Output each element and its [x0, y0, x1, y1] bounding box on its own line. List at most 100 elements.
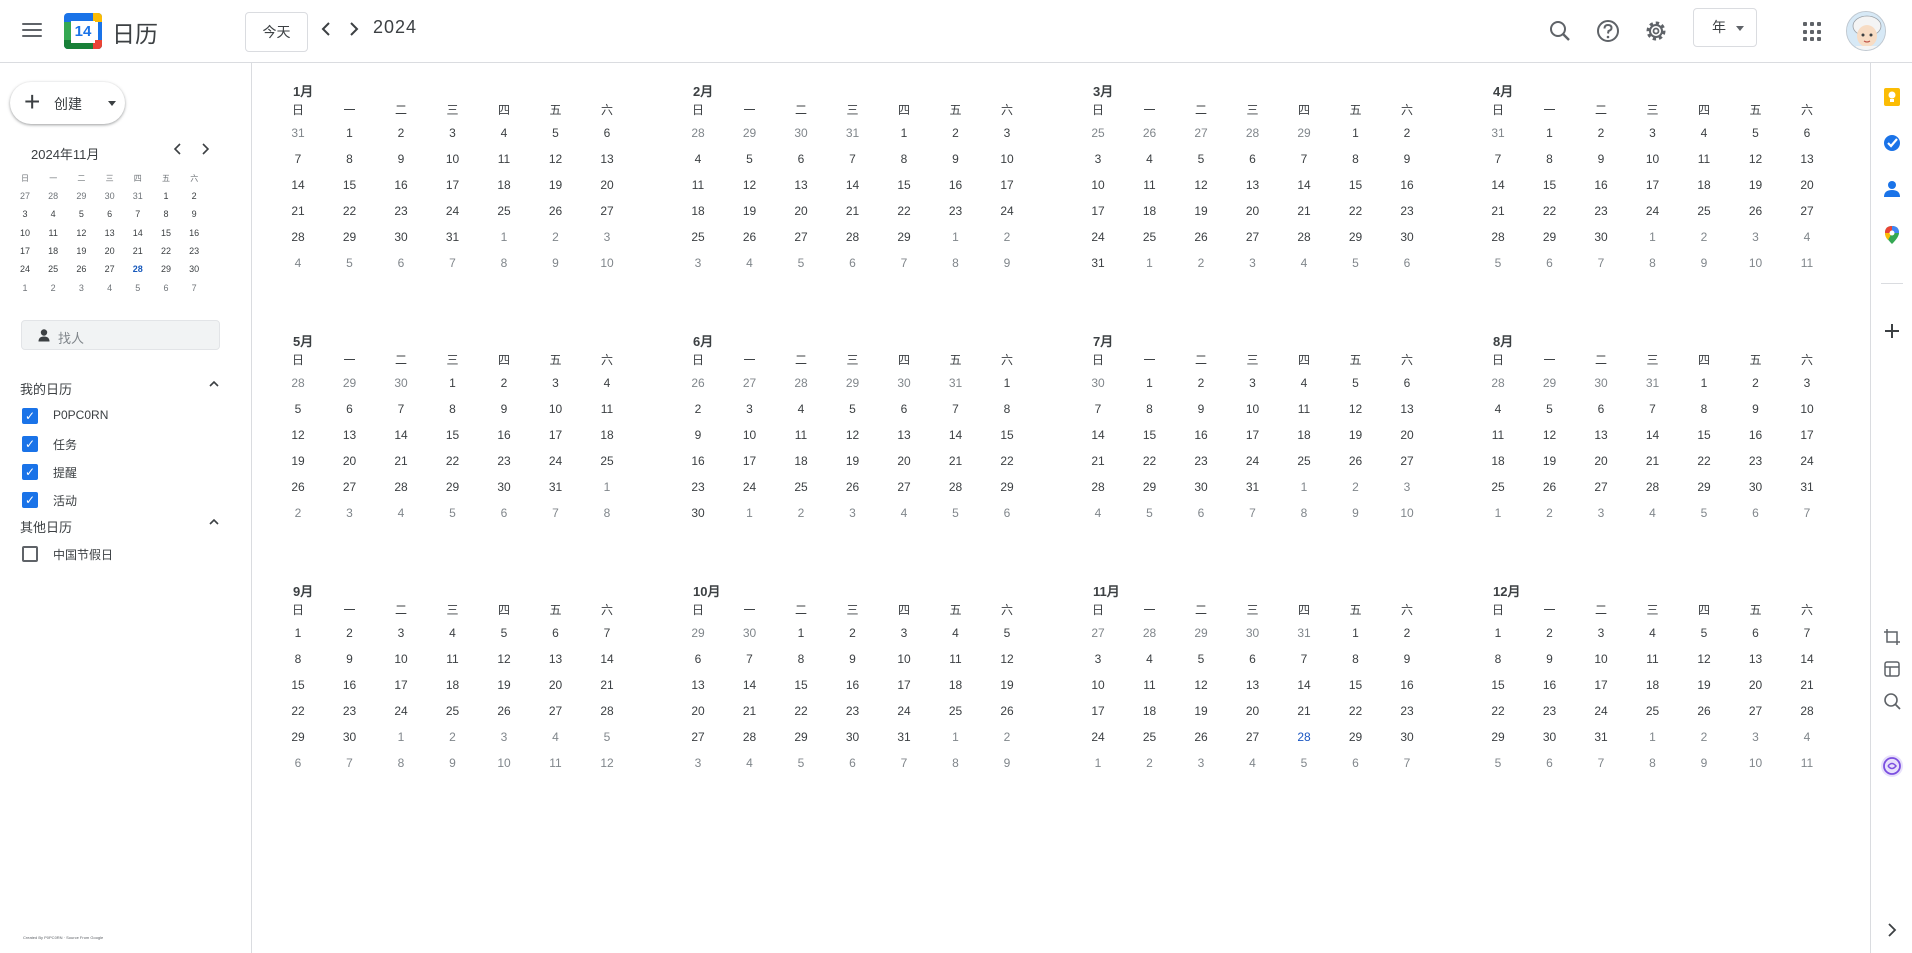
day-cell[interactable]: 17 — [1083, 700, 1113, 722]
day-cell[interactable]: 21 — [1792, 674, 1822, 696]
day-cell[interactable]: 31 — [1792, 476, 1822, 498]
day-cell[interactable]: 10 — [541, 398, 571, 420]
day-cell[interactable]: 8 — [1638, 752, 1668, 774]
day-cell[interactable]: 2 — [1535, 502, 1565, 524]
day-cell[interactable]: 11 — [1689, 148, 1719, 170]
day-cell[interactable]: 27 — [889, 476, 919, 498]
day-cell[interactable]: 5 — [592, 726, 622, 748]
day-cell[interactable]: 27 — [1392, 450, 1422, 472]
day-cell[interactable]: 25 — [786, 476, 816, 498]
day-cell[interactable]: 12 — [735, 174, 765, 196]
day-cell[interactable]: 17 — [1083, 200, 1113, 222]
day-cell[interactable]: 10 — [1392, 502, 1422, 524]
mini-prev-month-button[interactable] — [171, 142, 185, 161]
day-cell[interactable]: 8 — [786, 648, 816, 670]
day-cell[interactable]: 25 — [438, 700, 468, 722]
day-cell[interactable]: 14 — [1638, 424, 1668, 446]
day-cell[interactable]: 29 — [438, 476, 468, 498]
day-cell[interactable]: 24 — [541, 450, 571, 472]
day-cell[interactable]: 5 — [838, 398, 868, 420]
day-cell[interactable]: 1 — [438, 372, 468, 394]
day-cell[interactable]: 10 — [1741, 252, 1771, 274]
day-cell[interactable]: 29 — [1535, 226, 1565, 248]
day-cell[interactable]: 28 — [683, 122, 713, 144]
day-cell[interactable]: 8 — [438, 398, 468, 420]
day-cell[interactable]: 28 — [1083, 476, 1113, 498]
mini-day[interactable]: 3 — [68, 280, 94, 297]
day-cell[interactable]: 21 — [1289, 200, 1319, 222]
day-cell[interactable]: 27 — [1586, 476, 1616, 498]
mini-day[interactable]: 30 — [97, 188, 123, 205]
day-cell[interactable]: 3 — [683, 752, 713, 774]
day-cell[interactable]: 29 — [335, 226, 365, 248]
mini-day[interactable]: 3 — [12, 206, 38, 223]
day-cell[interactable]: 19 — [489, 674, 519, 696]
day-cell[interactable]: 29 — [683, 622, 713, 644]
day-cell[interactable]: 23 — [683, 476, 713, 498]
mini-day[interactable]: 4 — [40, 206, 66, 223]
day-cell[interactable]: 3 — [1586, 502, 1616, 524]
day-cell[interactable]: 29 — [1689, 476, 1719, 498]
day-cell[interactable]: 16 — [1392, 674, 1422, 696]
mini-day[interactable]: 16 — [181, 225, 207, 242]
day-cell[interactable]: 27 — [1741, 700, 1771, 722]
day-cell[interactable]: 8 — [592, 502, 622, 524]
day-cell[interactable]: 19 — [1741, 174, 1771, 196]
day-cell[interactable]: 9 — [1689, 252, 1719, 274]
month-title[interactable]: 12月 — [1493, 581, 1520, 600]
day-cell[interactable]: 9 — [386, 148, 416, 170]
day-cell[interactable]: 1 — [1341, 622, 1371, 644]
day-cell[interactable]: 11 — [1638, 648, 1668, 670]
day-cell[interactable]: 18 — [438, 674, 468, 696]
day-cell[interactable]: 15 — [1341, 174, 1371, 196]
day-cell[interactable]: 13 — [1392, 398, 1422, 420]
day-cell[interactable]: 20 — [1238, 700, 1268, 722]
day-cell[interactable]: 10 — [592, 252, 622, 274]
day-cell[interactable]: 27 — [683, 726, 713, 748]
view-selector[interactable]: 年 — [1693, 8, 1757, 47]
day-cell[interactable]: 9 — [1586, 148, 1616, 170]
day-cell[interactable]: 5 — [283, 398, 313, 420]
day-cell[interactable]: 22 — [1483, 700, 1513, 722]
mini-day[interactable]: 17 — [12, 243, 38, 260]
day-cell[interactable]: 24 — [438, 200, 468, 222]
day-cell[interactable]: 5 — [1186, 648, 1216, 670]
day-cell[interactable]: 28 — [1792, 700, 1822, 722]
day-cell[interactable]: 19 — [283, 450, 313, 472]
day-cell[interactable]: 31 — [889, 726, 919, 748]
month-title[interactable]: 7月 — [1093, 331, 1113, 350]
day-cell[interactable]: 5 — [735, 148, 765, 170]
day-cell[interactable]: 4 — [541, 726, 571, 748]
day-cell[interactable]: 2 — [992, 726, 1022, 748]
day-cell[interactable]: 7 — [1083, 398, 1113, 420]
day-cell[interactable]: 16 — [1392, 174, 1422, 196]
checkbox-checked[interactable]: ✓ — [22, 408, 38, 424]
day-cell[interactable]: 13 — [1792, 148, 1822, 170]
day-cell[interactable]: 15 — [283, 674, 313, 696]
day-cell[interactable]: 29 — [1341, 726, 1371, 748]
day-cell[interactable]: 6 — [1392, 372, 1422, 394]
day-cell[interactable]: 15 — [1689, 424, 1719, 446]
day-cell[interactable]: 12 — [1186, 674, 1216, 696]
day-cell[interactable]: 14 — [735, 674, 765, 696]
day-cell[interactable]: 26 — [735, 226, 765, 248]
day-cell[interactable]: 8 — [889, 148, 919, 170]
day-cell[interactable]: 3 — [1392, 476, 1422, 498]
day-cell[interactable]: 3 — [683, 252, 713, 274]
mini-day[interactable]: 5 — [68, 206, 94, 223]
day-cell[interactable]: 6 — [889, 398, 919, 420]
day-cell[interactable]: 25 — [1689, 200, 1719, 222]
day-cell[interactable]: 23 — [489, 450, 519, 472]
day-cell[interactable]: 25 — [489, 200, 519, 222]
day-cell[interactable]: 6 — [1535, 252, 1565, 274]
day-cell[interactable]: 2 — [1186, 372, 1216, 394]
day-cell[interactable]: 11 — [1135, 174, 1165, 196]
day-cell[interactable]: 6 — [838, 252, 868, 274]
day-cell[interactable]: 24 — [1792, 450, 1822, 472]
day-cell[interactable]: 7 — [592, 622, 622, 644]
day-cell[interactable]: 27 — [786, 226, 816, 248]
chevron-right-icon[interactable] — [1882, 920, 1902, 940]
mini-day[interactable]: 31 — [125, 188, 151, 205]
day-cell[interactable]: 30 — [889, 372, 919, 394]
day-cell[interactable]: 21 — [1638, 450, 1668, 472]
